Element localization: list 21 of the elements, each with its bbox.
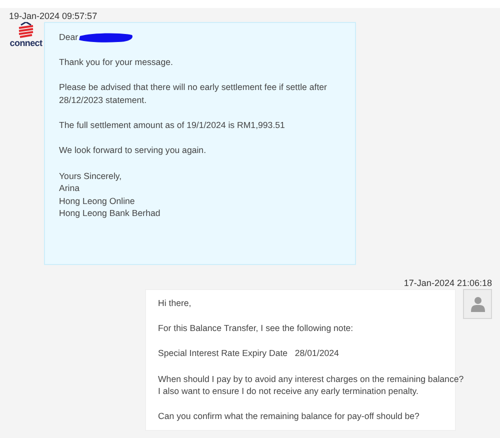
message-text: Hong Leong Bank Berhad [59,207,160,220]
message-text: Hong Leong Online [59,194,135,208]
message-text: For this Balance Transfer, I see the following note: [158,322,354,335]
message-text: When should I pay by to avoid any interest charges on the remaining balance? [158,372,464,386]
message-text: 28/12/2023 statement. [59,94,147,107]
message-text: Thank you for your message. [59,56,173,69]
greeting-text: Hi there, [158,297,192,310]
person-icon [470,296,486,312]
message-text: Can you confirm what the remaining balance for pay-off should be? [158,410,420,423]
stripes-icon [17,22,35,38]
message-text: We look forward to serving you again. [59,144,206,157]
message-text: Please be advised that there will no early settlement fee if settle after [59,81,327,94]
message-text: The full settlement amount as of 19/1/2024 is RM1,993.51 [59,119,285,132]
greeting-text: Dear [59,31,78,44]
message-text: I also want to ensure I do not receive any early termination penalty. [158,385,418,398]
timestamp: 19-Jan-2024 09:57:57 [9,10,98,22]
message-text: Special Interest Rate Expiry Date 28/01/2024 [158,347,339,360]
timestamp: 17-Jan-2024 21:06:18 [404,277,492,289]
logo-text: connect [10,38,42,48]
message-text: Arina [59,182,80,195]
message-text: Yours Sincerely, [59,170,122,182]
